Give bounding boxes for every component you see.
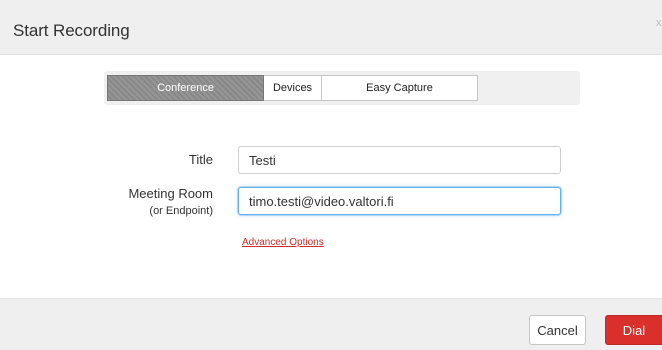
dialog-title: Start Recording [13,21,130,40]
dial-button[interactable]: Dial [605,315,662,345]
tab-strip: Conference Devices Easy Capture [104,71,580,105]
meeting-room-input[interactable] [238,187,561,215]
advanced-options-link[interactable]: Advanced Options [242,237,324,248]
meeting-room-label: Meeting Room [128,186,213,201]
tab-easy-capture[interactable]: Easy Capture [322,75,478,101]
meeting-room-sublabel: (or Endpoint) [149,205,213,217]
tab-conference[interactable]: Conference [107,75,264,101]
title-input[interactable] [238,146,561,174]
dialog-footer: Cancel Dial [0,298,662,350]
tab-group: Conference Devices Easy Capture [107,75,478,101]
cancel-button[interactable]: Cancel [529,315,586,345]
close-icon[interactable]: x [656,18,662,29]
title-label: Title [188,152,213,167]
tab-devices[interactable]: Devices [264,75,322,101]
dialog-header: Start Recording x [0,0,662,55]
